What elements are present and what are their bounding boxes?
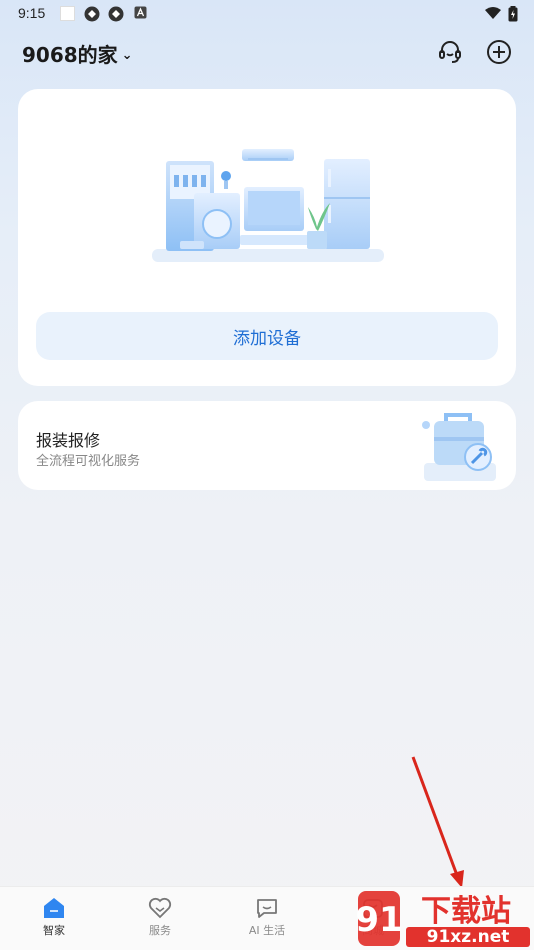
tab-label: 智家 xyxy=(43,924,65,937)
watermark-domain: 91xz.net xyxy=(427,927,510,947)
home-icon xyxy=(44,898,64,918)
notification-app-icon xyxy=(108,6,124,22)
watermark-logo: 91 下载站 91xz.net xyxy=(355,891,530,947)
repair-subtitle: 全流程可视化服务 xyxy=(36,454,141,469)
home-name: 9068的家 xyxy=(22,43,118,67)
repair-title: 报装报修 xyxy=(36,431,101,450)
home-selector[interactable]: 9068的家 ⌄ xyxy=(22,39,133,68)
devices-card: 添加设备 xyxy=(18,89,516,386)
notification-square-icon xyxy=(60,6,75,21)
watermark-brand: 下载站 xyxy=(421,894,511,929)
tab-label: 服务 xyxy=(149,924,171,937)
notification-a-icon xyxy=(134,6,147,19)
chat-icon xyxy=(257,899,277,918)
tab-ai-life[interactable]: AI 生活 xyxy=(222,897,312,938)
chevron-down-icon: ⌄ xyxy=(121,48,133,63)
status-time: 9:15 xyxy=(18,5,46,21)
customer-service-headset-icon[interactable] xyxy=(436,38,464,66)
status-bar: 9:15 xyxy=(0,0,534,28)
add-plus-icon[interactable] xyxy=(485,38,513,66)
wifi-icon xyxy=(485,7,501,19)
appliances-illustration xyxy=(152,149,384,262)
toolbox-illustration xyxy=(422,413,496,481)
add-device-button[interactable]: 添加设备 xyxy=(36,312,498,360)
tab-service[interactable]: 服务 xyxy=(115,897,205,938)
add-device-label: 添加设备 xyxy=(233,328,301,349)
repair-service-card[interactable]: 报装报修 全流程可视化服务 xyxy=(18,401,516,490)
tab-smart-home[interactable]: 智家 xyxy=(9,897,99,938)
notification-app-icon xyxy=(84,6,100,22)
tab-label: AI 生活 xyxy=(248,924,286,937)
heart-icon xyxy=(148,897,172,919)
battery-icon xyxy=(508,6,518,22)
home-header: 9068的家 ⌄ xyxy=(0,34,534,70)
svg-text:91: 91 xyxy=(355,900,402,940)
